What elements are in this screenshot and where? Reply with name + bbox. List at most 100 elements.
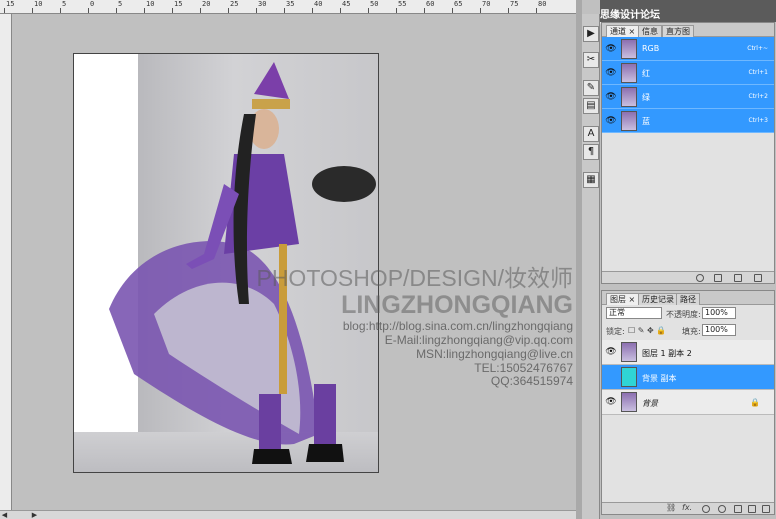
costume-figure-image [109,62,376,464]
horizontal-scrollbar[interactable]: ◀ ▶ [0,510,576,519]
layer-thumbnail [621,367,637,387]
layer-thumbnail [621,342,637,362]
document-canvas[interactable] [73,53,379,473]
character-icon[interactable]: A [583,126,599,142]
trash-icon[interactable] [762,505,770,513]
ruler-tick-label: 5 [118,0,123,8]
eye-icon[interactable]: 👁 [605,396,617,408]
layers-panel: 图层 × 历史记录 路径 正常 不透明度: 100% 锁定: ☐ ✎ ✥ 🔒 填… [601,290,775,515]
tab-history[interactable]: 历史记录 [638,293,678,305]
watermark: PHOTOSHOP/DESIGN/妆效师 LINGZHONGQIANG blog… [123,265,573,389]
eye-icon[interactable]: 👁 [605,115,617,127]
ruler-tick [284,8,285,13]
ruler-tick-label: 65 [454,0,463,8]
layer-comps-icon[interactable]: ▦ [583,172,599,188]
channel-name: RGB [642,44,660,53]
tab-layers[interactable]: 图层 × [606,293,640,305]
channel-row-rgb[interactable]: 👁 RGB Ctrl+~ [602,37,774,61]
tab-channels[interactable]: 通道 × [606,25,640,37]
ruler-tick-label: 10 [34,0,43,8]
fx-icon[interactable]: fx. [682,503,692,512]
eye-icon[interactable]: 👁 [605,43,617,55]
tab-histogram[interactable]: 直方图 [662,25,694,37]
adjustment-icon[interactable] [718,505,726,513]
watermark-title: PHOTOSHOP/DESIGN/妆效师 [256,265,573,291]
channel-thumbnail [621,111,637,131]
ruler-tick [200,8,201,13]
stamp-icon[interactable]: ▤ [583,98,599,114]
scroll-right-icon[interactable]: ▶ [30,511,39,519]
trash-icon[interactable] [754,274,762,282]
ruler-tick [424,8,425,13]
ruler-tick-label: 0 [90,0,95,8]
channel-row-red[interactable]: 👁 红 Ctrl+1 [602,61,774,85]
fill-label: 填充: [682,327,701,336]
brush-icon[interactable]: ✎ [583,80,599,96]
ruler-tick [340,8,341,13]
photoshop-window: 15 10 5 0 5 10 15 20 25 30 35 40 45 50 55 60 65 70 75 80 [0,0,776,519]
layer-row-2[interactable]: 背景 副本 [602,365,774,390]
lock-options-icon[interactable]: ☐ ✎ ✥ 🔒 [628,326,666,335]
opacity-input[interactable]: 100% [702,307,736,319]
channel-shortcut: Ctrl+1 [748,69,768,76]
ruler-tick [60,8,61,13]
panel-title-strip: 思缘设计论坛 WWW.MISSYUAN.COM [600,0,776,32]
ruler-tick-label: 50 [370,0,379,8]
tools-icon[interactable]: ✂ [583,52,599,68]
group-icon[interactable] [734,505,742,513]
channel-row-green[interactable]: 👁 绿 Ctrl+2 [602,85,774,109]
channel-thumbnail [621,63,637,83]
blend-mode-select[interactable]: 正常 [606,307,662,319]
ruler-tick-label: 10 [146,0,155,8]
scroll-left-icon[interactable]: ◀ [0,511,9,519]
new-layer-icon[interactable] [748,505,756,513]
blend-opacity-row: 正常 不透明度: 100% [602,307,774,321]
ruler-tick [88,8,89,13]
watermark-blog: blog:http://blog.sina.com.cn/lingzhongqi… [342,319,573,334]
tab-paths[interactable]: 路径 [676,293,700,305]
load-selection-icon[interactable] [696,274,704,282]
layers-panel-footer: ⛓ fx. [602,502,774,514]
watermark-name: LINGZHONGQIANG [341,291,573,320]
ruler-tick [312,8,313,13]
save-selection-icon[interactable] [714,274,722,282]
ruler-tick-label: 30 [258,0,267,8]
ruler-tick-label: 55 [398,0,407,8]
tab-info[interactable]: 信息 [638,25,662,37]
watermark-qq: QQ:364515974 [490,374,573,389]
eye-icon[interactable]: 👁 [605,91,617,103]
mask-icon[interactable] [702,505,710,513]
ruler-tick-label: 5 [62,0,67,8]
fill-input[interactable]: 100% [702,324,736,336]
eye-icon[interactable]: 👁 [605,346,617,358]
ruler-tick-label: 35 [286,0,295,8]
ruler-tick [536,8,537,13]
lock-icon: 🔒 [750,398,760,407]
ruler-tick [4,8,5,13]
ruler-tick-label: 80 [538,0,547,8]
layer-row-1[interactable]: 👁 图层 1 副本 2 [602,340,774,365]
eye-icon[interactable]: 👁 [605,67,617,79]
eye-hidden-icon[interactable] [605,371,617,383]
layer-thumbnail [621,392,637,412]
watermark-tel: TEL:15052476767 [474,360,573,375]
watermark-msn: MSN:lingzhongqiang@live.cn [416,346,573,361]
channels-panel: 通道 × 信息 直方图 👁 RGB Ctrl+~ 👁 红 Ctrl+1 👁 绿 … [601,22,775,284]
channel-row-blue[interactable]: 👁 蓝 Ctrl+3 [602,109,774,133]
ruler-tick-label: 25 [230,0,239,8]
ruler-tick-label: 60 [426,0,435,8]
ruler-tick [396,8,397,13]
lock-label: 锁定: [606,327,625,336]
channel-shortcut: Ctrl+2 [748,93,768,100]
link-layers-icon[interactable]: ⛓ [666,503,676,512]
canvas-area[interactable]: PHOTOSHOP/DESIGN/妆效师 LINGZHONGQIANG blog… [13,15,576,510]
ruler-tick [172,8,173,13]
play-icon[interactable]: ▶ [583,26,599,42]
channel-name: 绿 [642,93,650,102]
paragraph-icon[interactable]: ¶ [583,144,599,160]
layer-row-3[interactable]: 👁 背景 🔒 [602,390,774,415]
lock-fill-row: 锁定: ☐ ✎ ✥ 🔒 填充: 100% [602,324,774,338]
ruler-tick [452,8,453,13]
new-channel-icon[interactable] [734,274,742,282]
layer-name: 图层 1 副本 2 [642,349,692,358]
